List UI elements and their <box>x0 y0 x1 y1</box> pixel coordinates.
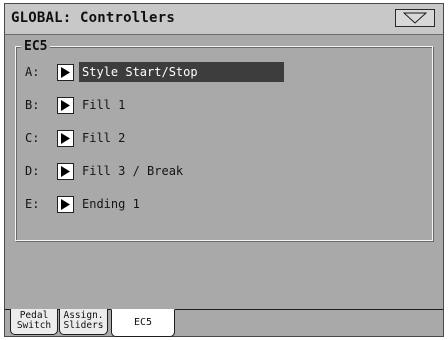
assignment-row-c[interactable]: C: Fill 2 <box>25 127 295 149</box>
row-letter: D: <box>25 164 40 178</box>
assignment-value[interactable]: Fill 1 <box>79 95 128 115</box>
tab-pedal-switch[interactable]: Pedal Switch <box>10 309 58 335</box>
assignment-row-a[interactable]: A: Style Start/Stop <box>25 61 295 83</box>
assignment-row-d[interactable]: D: Fill 3 / Break <box>25 160 295 182</box>
tab-label-line2: Sliders <box>63 320 104 331</box>
tab-label: EC5 <box>133 317 153 328</box>
popup-arrow-icon[interactable] <box>57 63 74 81</box>
popup-arrow-icon[interactable] <box>57 96 74 114</box>
assignment-row-b[interactable]: B: Fill 1 <box>25 94 295 116</box>
popup-arrow-icon[interactable] <box>57 195 74 213</box>
assignment-row-e[interactable]: E: Ending 1 <box>25 193 295 215</box>
assignment-value[interactable]: Fill 2 <box>79 128 128 148</box>
row-letter: E: <box>25 197 40 211</box>
section-label: EC5 <box>21 39 51 54</box>
display-screen: GLOBAL: Controllers EC5 A: Style Start/S… <box>4 3 444 337</box>
triangle-down-icon <box>403 12 427 24</box>
tab-ec5[interactable]: EC5 <box>111 309 175 337</box>
title-bar: GLOBAL: Controllers <box>5 4 443 35</box>
row-letter: C: <box>25 131 40 145</box>
row-letter: B: <box>25 98 40 112</box>
popup-arrow-icon[interactable] <box>57 129 74 147</box>
page-menu-button[interactable] <box>395 9 435 27</box>
assignment-value[interactable]: Fill 3 / Break <box>79 161 186 181</box>
tab-label-line2: Switch <box>16 320 52 331</box>
page-title: GLOBAL: Controllers <box>11 10 175 26</box>
popup-arrow-icon[interactable] <box>57 162 74 180</box>
row-letter: A: <box>25 65 40 79</box>
assignment-value[interactable]: Style Start/Stop <box>79 62 284 82</box>
tab-assign-sliders[interactable]: Assign. Sliders <box>59 309 108 335</box>
assignment-value[interactable]: Ending 1 <box>79 194 143 214</box>
